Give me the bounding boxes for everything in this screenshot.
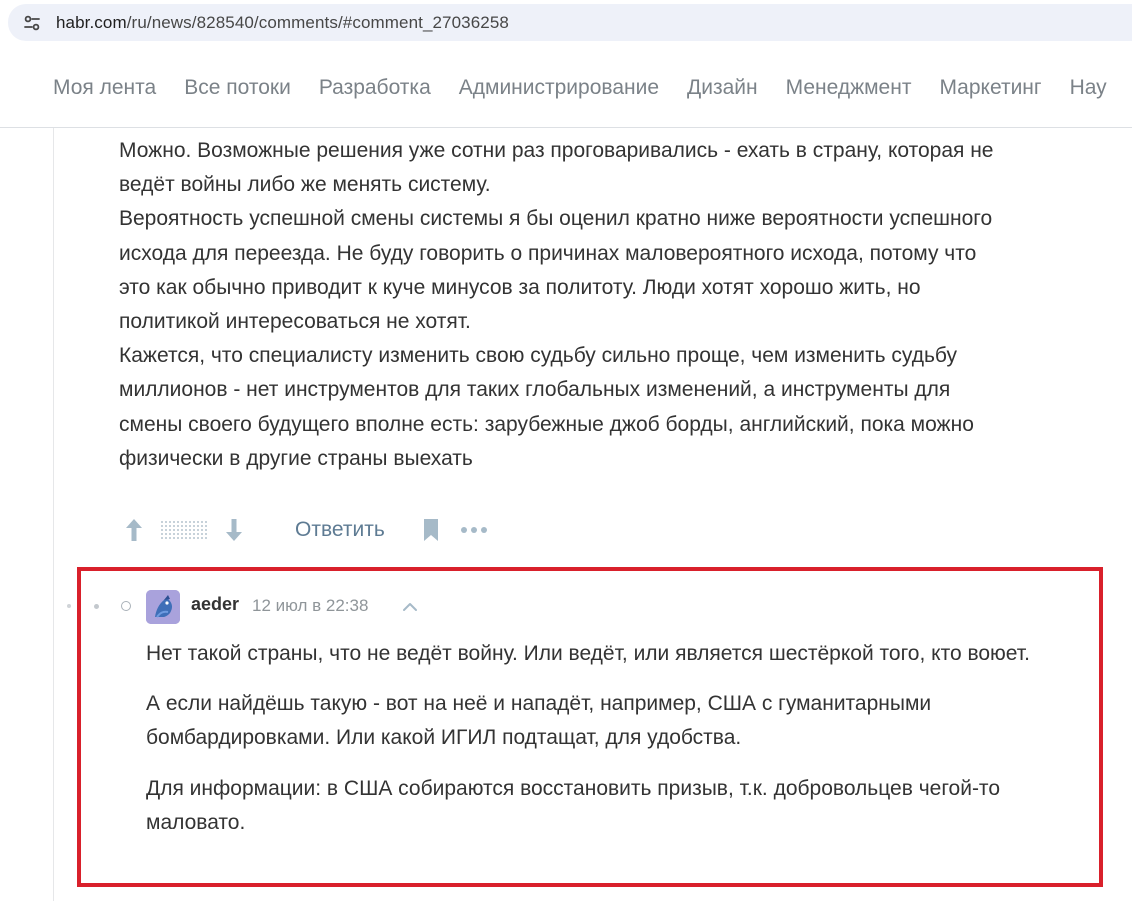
reply-button[interactable]: Ответить xyxy=(295,518,385,542)
nav-item-science[interactable]: Нау xyxy=(1070,76,1107,100)
nav-item-design[interactable]: Дизайн xyxy=(687,76,758,100)
more-dots-icon[interactable] xyxy=(459,515,489,545)
comment-date[interactable]: 12 июл в 22:38 xyxy=(252,596,368,616)
reply-comment-body: Нет такой страны, что не ведёт войну. Ил… xyxy=(146,637,1096,856)
thread-level-dot xyxy=(94,604,99,609)
comment-paragraph: Для информации: в США собираются восстан… xyxy=(146,776,1000,834)
comment-line: смены своего будущего вполне есть: заруб… xyxy=(119,412,974,436)
url-host: habr.com xyxy=(56,12,127,32)
comment-line: физически в другие страны выехать xyxy=(119,446,473,470)
parent-comment-body: Можно. Возможные решения уже сотни раз п… xyxy=(119,134,1079,476)
url-text[interactable]: habr.com/ru/news/828540/comments/#commen… xyxy=(56,13,509,33)
comment-line: исхода для переезда. Не буду говорить о … xyxy=(119,241,977,265)
thread-level-dot xyxy=(67,604,71,608)
comment-line: Кажется, что специалисту изменить свою с… xyxy=(119,344,957,368)
comment-line: Можно. Возможные решения уже сотни раз п… xyxy=(119,139,994,162)
vote-score-placeholder xyxy=(161,517,207,543)
comment-line: ведёт войны либо же менять систему. xyxy=(119,173,491,197)
tune-icon[interactable] xyxy=(12,4,52,41)
nav-item-my-feed[interactable]: Моя лента xyxy=(53,76,156,100)
nav-item-marketing[interactable]: Маркетинг xyxy=(939,76,1041,100)
nav-item-administration[interactable]: Администрирование xyxy=(459,76,659,100)
thread-level-dot xyxy=(121,601,131,611)
comment-author[interactable]: aeder xyxy=(191,594,239,615)
arrow-up-icon[interactable] xyxy=(119,515,149,545)
comment-line: Вероятность успешной смены системы я бы … xyxy=(119,207,993,231)
arrow-down-icon[interactable] xyxy=(219,515,249,545)
comment-paragraph: Нет такой страны, что не ведёт войну. Ил… xyxy=(146,642,1030,665)
comment-line: миллионов - нет инструментов для таких г… xyxy=(119,378,951,402)
browser-toolbar: habr.com/ru/news/828540/comments/#commen… xyxy=(0,0,1132,47)
comment-actions: Ответить xyxy=(119,510,489,550)
comment-paragraph: А если найдёшь такую - вот на неё и напа… xyxy=(146,692,932,750)
comment-line: политикой интересоваться не хотят. xyxy=(119,310,471,334)
bookmark-icon[interactable] xyxy=(419,515,443,545)
nav-item-management[interactable]: Менеджмент xyxy=(786,76,912,100)
url-path: /ru/news/828540/comments/#comment_270362… xyxy=(126,12,509,32)
chevron-up-icon[interactable] xyxy=(400,597,420,622)
nav-item-all-flows[interactable]: Все потоки xyxy=(184,76,291,100)
comment-line: это как обычно приводит к куче минусов з… xyxy=(119,275,921,299)
avatar[interactable] xyxy=(146,590,180,624)
address-bar[interactable]: habr.com/ru/news/828540/comments/#commen… xyxy=(8,4,1132,41)
content-border xyxy=(53,128,54,901)
flows-nav: Моя лента Все потоки Разработка Админист… xyxy=(0,48,1132,128)
nav-item-development[interactable]: Разработка xyxy=(319,76,431,100)
